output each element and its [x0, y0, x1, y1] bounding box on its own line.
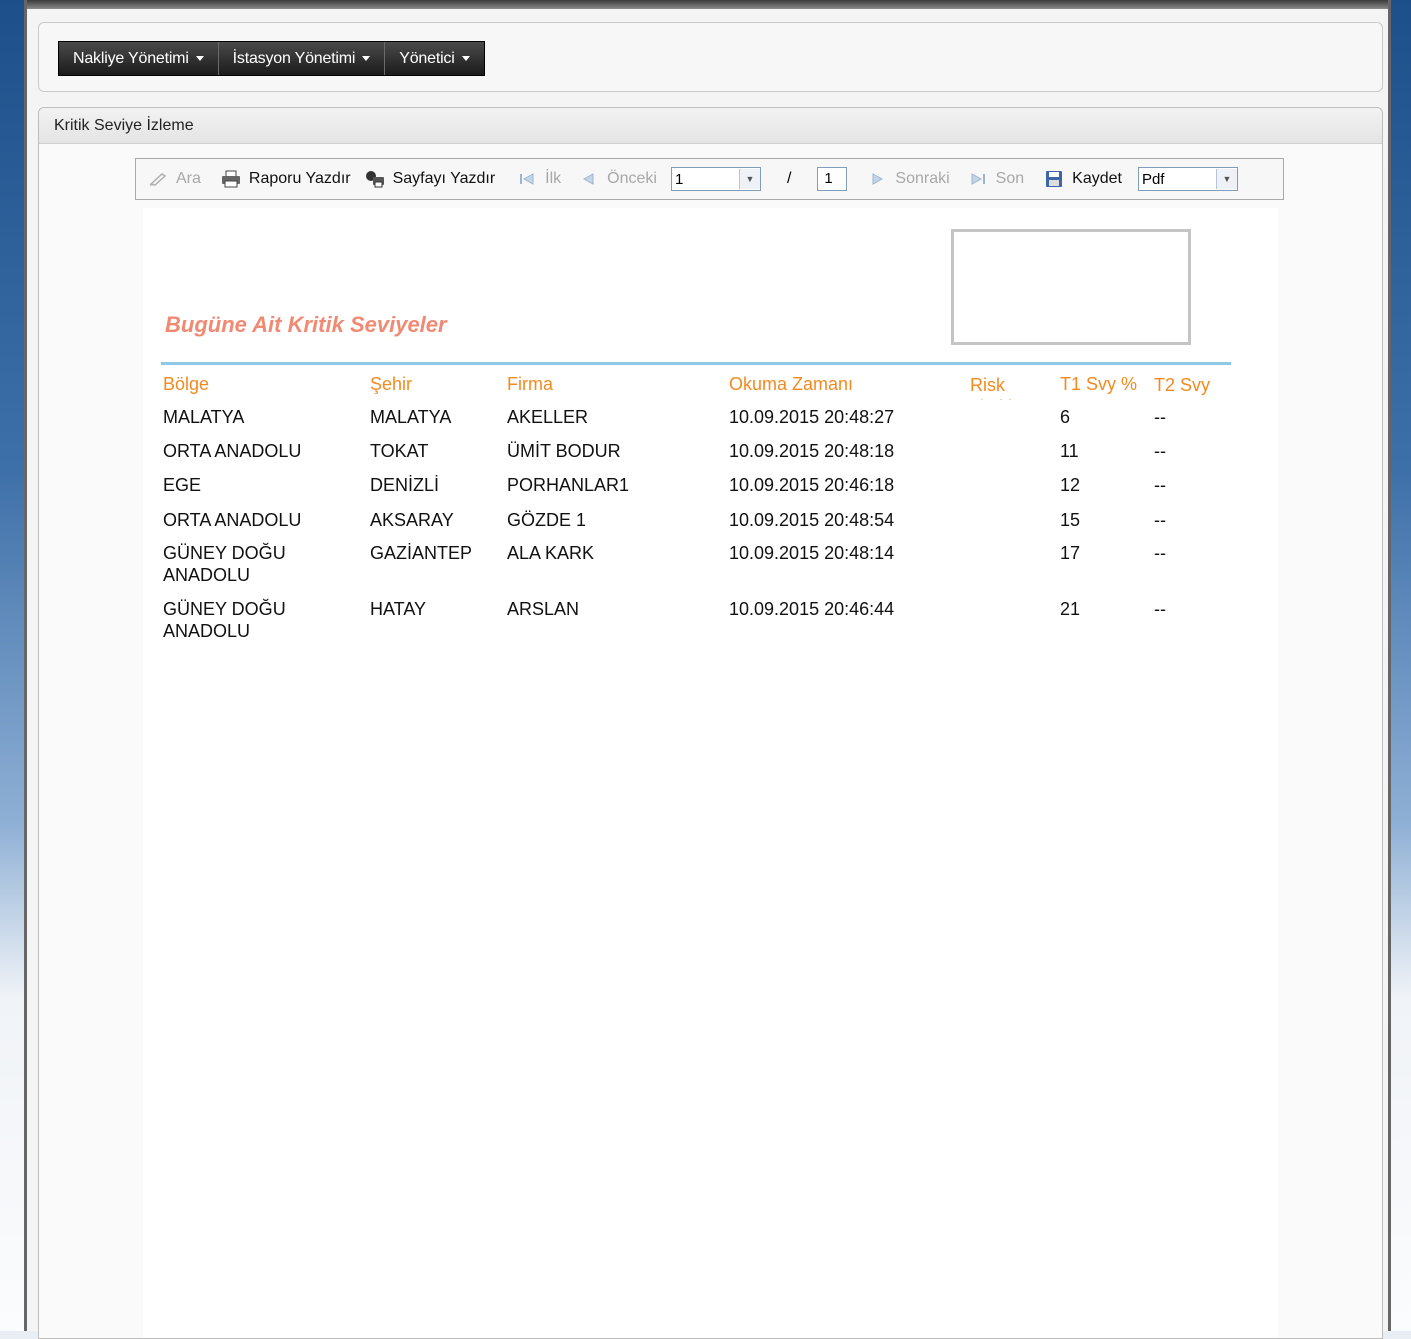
previous-page-icon: [583, 173, 594, 185]
first-page-label: İlk: [545, 170, 562, 187]
table-cell-firma: PORHANLAR1: [507, 475, 630, 495]
table-cell-firma: GÖZDE 1: [507, 510, 587, 530]
menu-label: Nakliye Yönetimi: [73, 50, 189, 67]
table-cell-bolge: GÜNEY DOĞU ANADOLU: [163, 543, 286, 585]
table-cell-firma: AKELLER: [507, 407, 589, 427]
col-header-okuma-zamani: Okuma Zamanı: [729, 374, 854, 394]
print-page-label: Sayfayı Yazdır: [392, 170, 496, 187]
caret-down-icon: [195, 56, 204, 62]
table-cell-t1: 15: [1060, 510, 1081, 530]
first-page-button[interactable]: İlk: [517, 170, 561, 188]
table-cell-bolge: MALATYA: [163, 407, 245, 427]
table-cell-t1: 21: [1060, 599, 1081, 619]
table-cell-t2: --: [1154, 510, 1166, 530]
menu-panel: Nakliye Yönetimi İstasyon Yönetimi Yönet…: [38, 22, 1383, 92]
page-select[interactable]: 1 ▼: [670, 167, 761, 191]
col-header-sehir: Şehir: [370, 374, 413, 394]
table-cell-zaman: 10.09.2015 20:48:27: [729, 407, 895, 427]
page-select-value: 1: [674, 170, 684, 188]
top-strip: [27, 0, 1388, 9]
table-cell-t1: 11: [1060, 441, 1079, 461]
search-icon: [149, 173, 167, 186]
col-header-firma: Firma: [507, 374, 553, 394]
report-title: Bugüne Ait Kritik Seviyeler: [165, 312, 447, 337]
col-header-t2-svy: T2 Svy %: [1154, 375, 1211, 400]
content-panel: Kritik Seviye İzleme Ara Raporu Yazdır S…: [38, 107, 1383, 1339]
col-header-risk-limiti: Risk Limiti: [970, 375, 1012, 400]
menu-yonetici[interactable]: Yönetici: [385, 42, 484, 75]
menu-istasyon-yonetimi[interactable]: İstasyon Yönetimi: [218, 42, 386, 75]
table-cell-zaman: 10.09.2015 20:48:54: [729, 510, 895, 530]
logo-placeholder: [951, 229, 1191, 345]
table-cell-firma: ÜMİT BODUR: [507, 441, 621, 461]
total-pages: 1: [817, 167, 848, 191]
menu-nakliye-yonetimi[interactable]: Nakliye Yönetimi: [59, 42, 219, 75]
table-cell-sehir: AKSARAY: [370, 510, 454, 530]
table-cell-t2: --: [1154, 407, 1166, 427]
last-page-label: Son: [995, 170, 1025, 187]
table-cell-firma: ALA KARK: [507, 543, 595, 563]
app-frame: Nakliye Yönetimi İstasyon Yönetimi Yönet…: [24, 0, 1391, 1339]
table-cell-t2: --: [1154, 543, 1166, 563]
table-cell-sehir: HATAY: [370, 599, 427, 619]
print-page-icon: [365, 171, 384, 188]
floppy-disk-icon: [1046, 171, 1063, 187]
next-page-label: Sonraki: [895, 170, 950, 187]
save-button[interactable]: Kaydet: [1044, 170, 1122, 188]
panel-title: Kritik Seviye İzleme: [39, 108, 1382, 144]
table-cell-t1: 12: [1060, 475, 1081, 495]
table-cell-t1: 6: [1060, 407, 1071, 427]
table-cell-sehir: TOKAT: [370, 441, 429, 461]
menu-label: İstasyon Yönetimi: [232, 50, 356, 67]
table-cell-t2: --: [1154, 599, 1166, 619]
title-divider: [161, 362, 1231, 365]
table-cell-zaman: 10.09.2015 20:46:18: [729, 475, 895, 495]
table-cell-zaman: 10.09.2015 20:48:14: [729, 543, 895, 563]
table-cell-bolge: ORTA ANADOLU: [163, 510, 302, 530]
last-page-icon: [971, 173, 985, 185]
table-cell-zaman: 10.09.2015 20:46:44: [729, 599, 895, 619]
previous-page-label: Önceki: [607, 170, 657, 187]
print-report-label: Raporu Yazdır: [248, 170, 351, 187]
caret-down-icon: [461, 56, 470, 62]
print-report-button[interactable]: Raporu Yazdır: [221, 170, 351, 188]
dropdown-arrow-icon: ▼: [1215, 169, 1237, 189]
save-label: Kaydet: [1072, 170, 1122, 187]
table-cell-bolge: GÜNEY DOĞU ANADOLU: [163, 599, 286, 641]
table-cell-bolge: EGE: [163, 475, 202, 495]
report-toolbar: Ara Raporu Yazdır Sayfayı Yazdır İlk Önc…: [135, 158, 1284, 200]
table-cell-zaman: 10.09.2015 20:48:18: [729, 441, 895, 461]
menu-label: Yönetici: [399, 50, 455, 67]
table-cell-bolge: ORTA ANADOLU: [163, 441, 302, 461]
first-page-icon: [520, 173, 534, 185]
print-page-button[interactable]: Sayfayı Yazdır: [365, 170, 496, 188]
next-page-button[interactable]: Sonraki: [867, 170, 950, 188]
dropdown-arrow-icon: ▼: [738, 169, 760, 189]
table-cell-firma: ARSLAN: [507, 599, 580, 619]
page-separator: /: [786, 170, 792, 187]
format-select-value: Pdf: [1141, 170, 1165, 188]
col-header-t1-svy: T1 Svy %: [1060, 374, 1138, 394]
search-button[interactable]: Ara: [148, 170, 201, 188]
caret-down-icon: [362, 56, 371, 62]
table-cell-t2: --: [1154, 441, 1166, 461]
search-label: Ara: [176, 170, 201, 187]
table-cell-t2: --: [1154, 475, 1166, 495]
table-cell-t1: 17: [1060, 543, 1081, 563]
next-page-icon: [872, 173, 884, 185]
table-cell-sehir: MALATYA: [370, 407, 452, 427]
previous-page-button[interactable]: Önceki: [579, 170, 657, 188]
table-cell-sehir: DENİZLİ: [370, 475, 440, 495]
table-cell-sehir: GAZİANTEP: [370, 543, 473, 563]
printer-icon: [221, 170, 240, 188]
report-page: Bugüne Ait Kritik Seviyeler Bölge Şehir …: [143, 208, 1278, 1338]
col-header-bolge: Bölge: [163, 374, 210, 394]
last-page-button[interactable]: Son: [968, 170, 1024, 188]
main-menubar: Nakliye Yönetimi İstasyon Yönetimi Yönet…: [58, 41, 485, 76]
format-select[interactable]: Pdf ▼: [1137, 167, 1238, 191]
